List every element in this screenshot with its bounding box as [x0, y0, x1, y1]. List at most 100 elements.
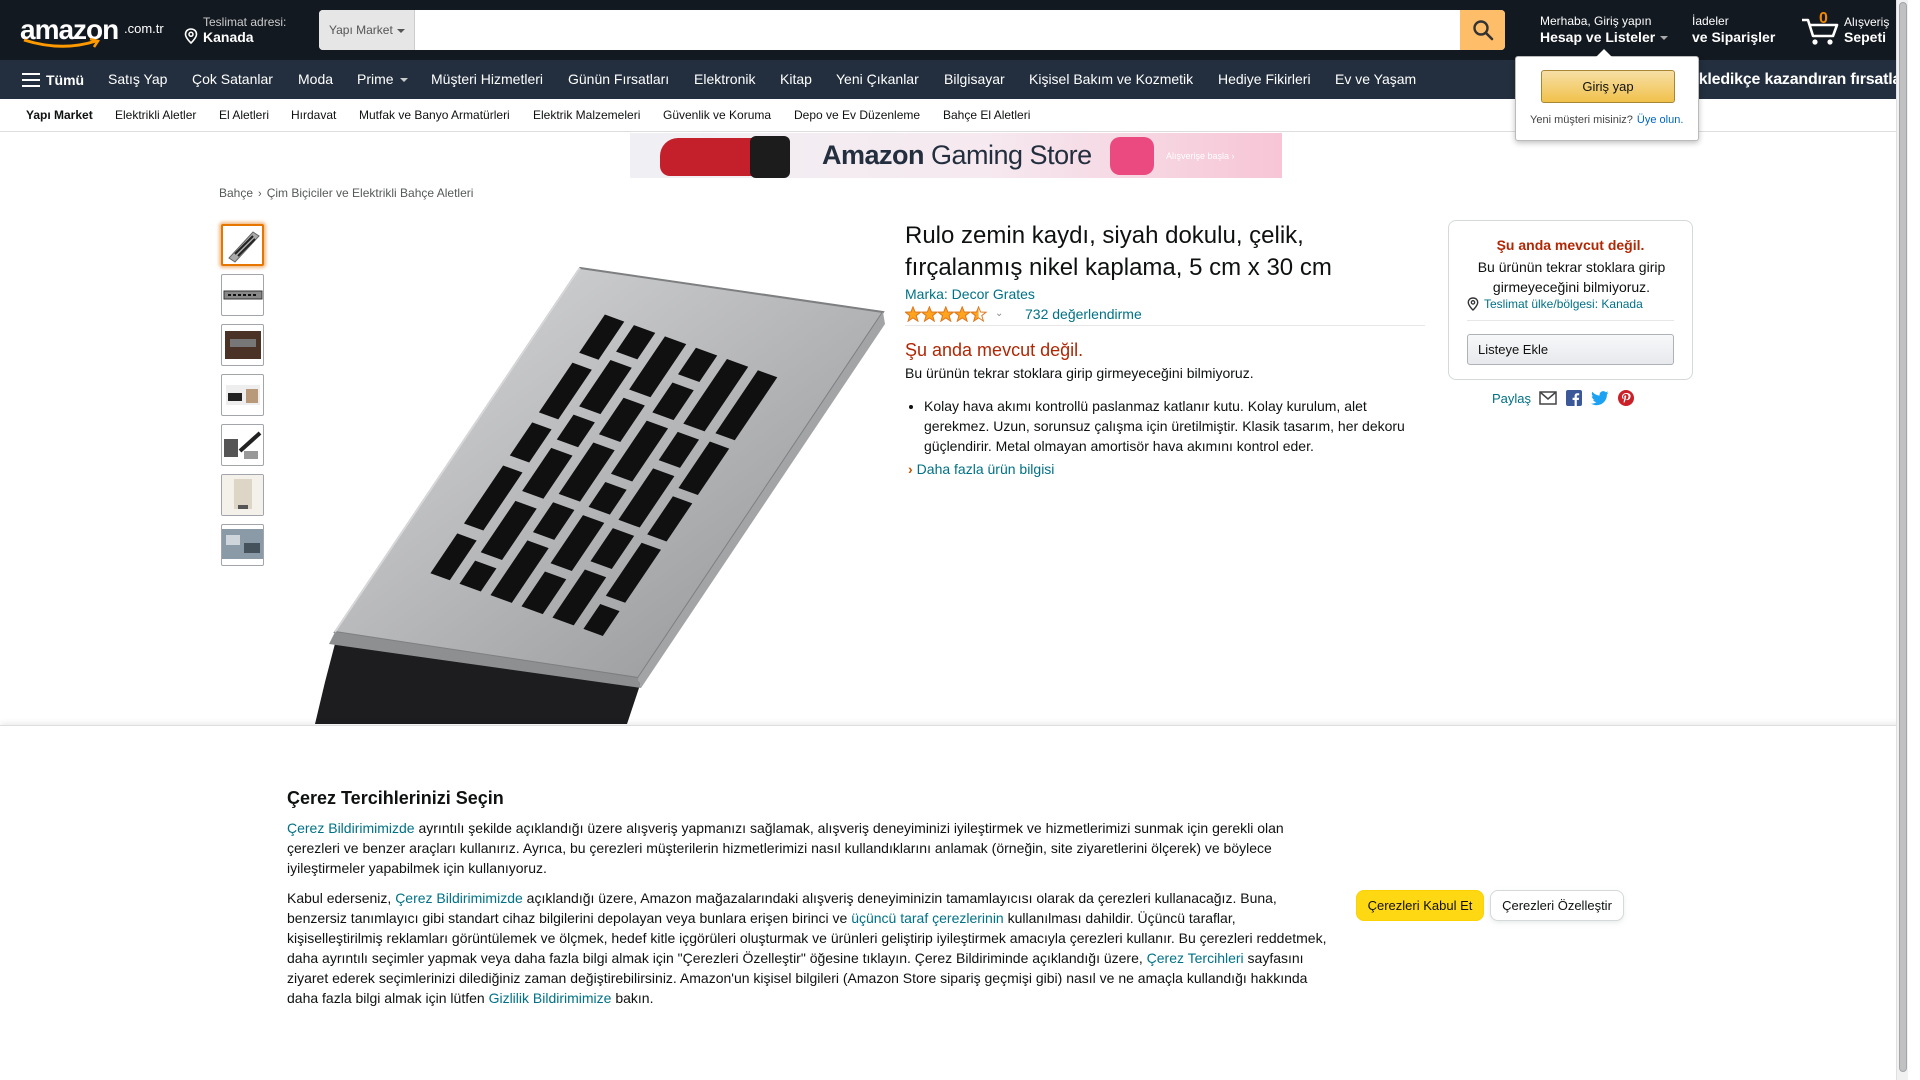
facebook-icon[interactable]: [1566, 390, 1583, 406]
subnav-item-hand-tools[interactable]: El Aletleri: [219, 99, 269, 132]
all-menu-label: Tümü: [46, 71, 85, 88]
nav-item-fashion[interactable]: Moda: [298, 60, 333, 99]
nav-item-gift-ideas[interactable]: Hediye Fikirleri: [1218, 60, 1311, 99]
chevron-right-icon: ›: [908, 461, 913, 477]
amazon-logo[interactable]: amazon .com.tr: [20, 14, 166, 50]
register-link[interactable]: Üye olun.: [1637, 114, 1683, 126]
nav-item-new-releases[interactable]: Yeni Çıkanlar: [836, 60, 919, 99]
account-flyout: Giriş yap Yeni müşteri misiniz? Üye olun.: [1515, 49, 1699, 141]
banner-cta: Alışverişe başla ›: [1166, 151, 1235, 161]
thumbnail-5[interactable]: [221, 424, 264, 466]
cart-button[interactable]: 0 Alışveriş Sepeti: [1800, 10, 1900, 50]
third-party-cookies-link[interactable]: üçüncü taraf çerezlerinin: [851, 910, 1004, 926]
subnav-item-home-improvement[interactable]: Yapı Market: [26, 99, 93, 132]
nav-item-books[interactable]: Kitap: [780, 60, 812, 99]
caret-down-icon: [396, 28, 405, 33]
star-rating-icon[interactable]: [905, 306, 987, 322]
twitter-icon[interactable]: [1591, 390, 1609, 406]
subnav-item-storage[interactable]: Depo ve Ev Düzenleme: [794, 99, 920, 132]
thumbnail-image: [222, 475, 263, 515]
feature-bullet: Kolay hava akımı kontrollü paslanmaz kat…: [924, 396, 1424, 456]
product-main-image[interactable]: [265, 252, 885, 724]
email-icon[interactable]: [1539, 391, 1557, 405]
thumbnail-image: [225, 331, 261, 359]
nav-item-deals[interactable]: Günün Fırsatları: [568, 60, 669, 99]
subnav-item-power-tools[interactable]: Elektrikli Aletler: [115, 99, 196, 132]
cookie-text: ayrıntılı şekilde açıklandığı üzere alış…: [287, 820, 1284, 876]
subnav-item-garden-tools[interactable]: Bahçe El Aletleri: [943, 99, 1030, 132]
brand-link[interactable]: Marka: Decor Grates: [905, 286, 1035, 302]
feature-bullets: Kolay hava akımı kontrollü paslanmaz kat…: [924, 396, 1424, 456]
search-button[interactable]: [1460, 10, 1505, 50]
cart-line2: Sepeti: [1844, 29, 1887, 45]
nav-item-home[interactable]: Ev ve Yaşam: [1335, 60, 1416, 99]
buybox-note: Bu ürünün tekrar stoklara girip girmeyec…: [1477, 259, 1666, 295]
nav-item-electronics[interactable]: Elektronik: [694, 60, 755, 99]
all-menu-button[interactable]: Tümü: [22, 60, 84, 99]
divider: [1467, 320, 1674, 321]
thumbnail-image: [223, 290, 263, 300]
cookie-notice-link[interactable]: Çerez Bildirimimizde: [287, 820, 415, 836]
share-label[interactable]: Paylaş: [1492, 391, 1531, 406]
accept-cookies-button[interactable]: Çerezleri Kabul Et: [1356, 890, 1484, 921]
gaming-store-banner[interactable]: Amazon Gaming Store Alışverişe başla ›: [630, 133, 1282, 178]
chevron-down-icon[interactable]: ⌄: [995, 308, 1003, 319]
top-navbar: amazon .com.tr Teslimat adresi: Kanada Y…: [0, 0, 1908, 60]
nav-item-computers[interactable]: Bilgisayar: [944, 60, 1005, 99]
availability-note: Bu ürünün tekrar stoklara girip girmeyec…: [905, 365, 1254, 381]
search-input[interactable]: [415, 10, 1455, 50]
cookie-text: Kabul ederseniz,: [287, 890, 396, 906]
nav-promo-link[interactable]: ekledikçe kazandıran fırsatlar: [1690, 60, 1907, 99]
pinterest-icon[interactable]: [1618, 390, 1635, 406]
thumbnail-7[interactable]: [221, 524, 264, 566]
thumbnail-3[interactable]: [221, 324, 264, 366]
breadcrumb-item[interactable]: Çim Biçiciler ve Elektrikli Bahçe Aletle…: [267, 186, 474, 200]
subnav-item-safety[interactable]: Güvenlik ve Koruma: [663, 99, 771, 132]
cookie-preferences-link[interactable]: Çerez Tercihleri: [1147, 950, 1244, 966]
thumbnail-image: [222, 529, 263, 559]
subnav-item-hardware[interactable]: Hırdavat: [291, 99, 336, 132]
nav-item-customer-service[interactable]: Müşteri Hizmetleri: [431, 60, 543, 99]
thumbnail-2[interactable]: [221, 274, 264, 316]
banner-title-rest: Gaming Store: [924, 140, 1092, 170]
search-icon: [1472, 20, 1493, 41]
thumbnail-4[interactable]: [221, 374, 264, 416]
breadcrumb-item[interactable]: Bahçe: [219, 186, 253, 200]
thumbnail-6[interactable]: [221, 474, 264, 516]
returns-orders[interactable]: İadeler ve Siparişler: [1692, 14, 1775, 45]
search-category-dropdown[interactable]: Yapı Market: [319, 10, 415, 50]
cart-line1: Alışveriş: [1844, 15, 1890, 29]
nav-item-best-sellers[interactable]: Çok Satanlar: [192, 60, 273, 99]
more-product-info-link[interactable]: › Daha fazla ürün bilgisi: [908, 461, 1054, 477]
nav-item-prime[interactable]: Prime: [357, 60, 408, 99]
subnav-item-kitchen-bath[interactable]: Mutfak ve Banyo Armatürleri: [359, 99, 510, 132]
thumbnail-image: [228, 231, 260, 263]
scrollbar-thumb[interactable]: [1899, 2, 1907, 1072]
caret-down-icon: [1660, 36, 1669, 41]
search-category-label: Yapı Market: [329, 23, 393, 37]
vertical-scrollbar[interactable]: [1896, 0, 1908, 1080]
subnav-item-electrical[interactable]: Elektrik Malzemeleri: [533, 99, 640, 132]
signin-button[interactable]: Giriş yap: [1541, 70, 1675, 103]
privacy-notice-link[interactable]: Gizlilik Bildirimimize: [489, 990, 612, 1006]
nav-item-sell[interactable]: Satış Yap: [108, 60, 167, 99]
account-lists-menu[interactable]: Merhaba, Giriş yapın Hesap ve Listeler: [1540, 14, 1669, 45]
product-title: Rulo zemin kaydı, siyah dokulu, çelik, f…: [905, 222, 1332, 281]
cookie-paragraph-1: Çerez Bildirimimizde ayrıntılı şekilde a…: [287, 818, 1332, 878]
banner-title-bold: Amazon: [822, 140, 925, 170]
customize-cookies-button[interactable]: Çerezleri Özelleştir: [1490, 890, 1624, 921]
delivery-location-link[interactable]: Teslimat ülke/bölgesi: Kanada: [1467, 297, 1643, 311]
deliver-to[interactable]: Teslimat adresi: Kanada: [184, 14, 304, 48]
buybox-availability: Şu anda mevcut değil.: [1496, 237, 1645, 253]
account-label-row: Hesap ve Listeler: [1540, 29, 1669, 45]
rating-count-link[interactable]: 732 değerlendirme: [1025, 306, 1142, 322]
more-product-info-label: Daha fazla ürün bilgisi: [916, 461, 1055, 477]
cart-count: 0: [1819, 10, 1828, 27]
cookie-notice-link[interactable]: Çerez Bildirimimizde: [395, 890, 523, 906]
breadcrumb-separator-icon: ›: [258, 188, 262, 200]
thumbnail-1[interactable]: [221, 224, 264, 266]
location-pin-icon: [184, 28, 198, 44]
nav-item-beauty[interactable]: Kişisel Bakım ve Kozmetik: [1029, 60, 1193, 99]
add-to-list-button[interactable]: Listeye Ekle: [1467, 334, 1674, 365]
search-bar: Yapı Market: [319, 10, 1505, 50]
